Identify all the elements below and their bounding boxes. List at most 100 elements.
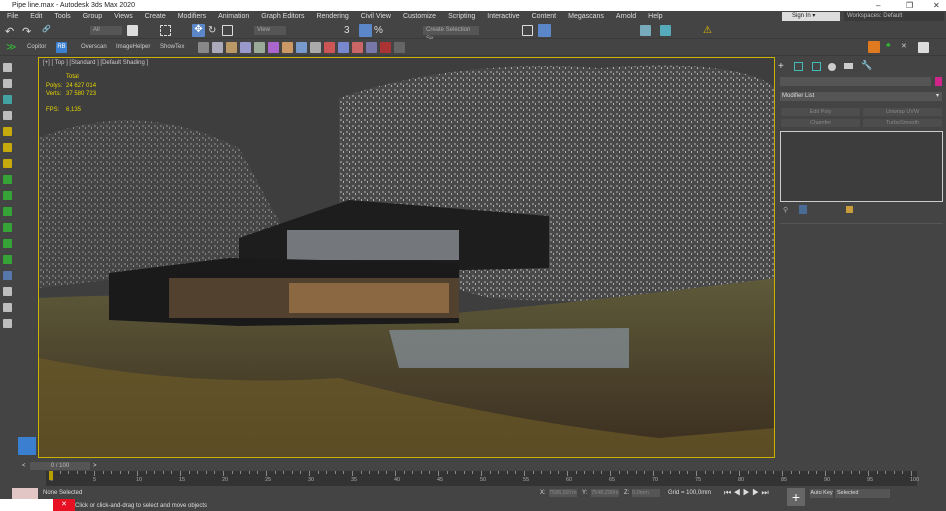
show-end-result-icon[interactable] xyxy=(799,205,807,214)
left-tool-icon[interactable] xyxy=(3,319,12,328)
menu-rendering[interactable]: Rendering xyxy=(316,13,348,20)
menu-group[interactable]: Group xyxy=(83,13,102,20)
forest-pack-icon[interactable] xyxy=(868,41,880,53)
showtex-button[interactable]: ShowTex xyxy=(160,41,184,53)
script-tool-icon[interactable] xyxy=(254,42,265,53)
rendered-frame-icon[interactable] xyxy=(660,25,671,36)
display-tab-icon[interactable] xyxy=(844,63,853,69)
angle-snap-icon[interactable] xyxy=(359,24,372,37)
menu-arnold[interactable]: Arnold xyxy=(616,13,636,20)
sign-in-button[interactable]: Sign In ▾ xyxy=(782,12,840,21)
menu-interactive[interactable]: Interactive xyxy=(487,13,519,20)
menu-file[interactable]: File xyxy=(7,13,18,20)
script-tool-icon[interactable] xyxy=(324,42,335,53)
script-tool-icon[interactable] xyxy=(268,42,279,53)
left-tool-icon[interactable] xyxy=(3,159,12,168)
script-tool-icon[interactable] xyxy=(310,42,321,53)
percent-snap-icon[interactable]: % xyxy=(374,25,385,36)
auto-key-button[interactable]: Auto Key xyxy=(810,489,833,498)
scale-icon[interactable] xyxy=(222,25,233,36)
reference-coordinate-dropdown[interactable]: View xyxy=(254,26,286,35)
motion-tab-icon[interactable] xyxy=(828,63,836,71)
modify-tab-icon[interactable] xyxy=(794,62,803,71)
left-tool-icon[interactable] xyxy=(3,175,12,184)
script-tool-icon[interactable] xyxy=(282,42,293,53)
close-icon[interactable]: ✕ xyxy=(53,499,75,511)
left-tool-icon[interactable] xyxy=(3,255,12,264)
viewport-layout-button[interactable] xyxy=(18,437,36,455)
menu-customize[interactable]: Customize xyxy=(403,13,436,20)
script-tool-icon[interactable] xyxy=(296,42,307,53)
viewport-perspective[interactable]: [+] [ Top ] [Standard ] [Default Shading… xyxy=(38,57,775,458)
script-tool-icon[interactable] xyxy=(198,42,209,53)
pin-stack-icon[interactable]: ⚲ xyxy=(783,206,788,214)
tools-icon[interactable]: ✕ xyxy=(901,42,912,53)
menu-megascans[interactable]: Megascans xyxy=(568,13,604,20)
y-coordinate-field[interactable]: 7548,299m xyxy=(591,489,619,497)
modifier-list-dropdown[interactable]: Modifier List ▾ xyxy=(780,92,942,101)
left-tool-icon[interactable] xyxy=(3,95,12,104)
left-tool-icon[interactable] xyxy=(3,239,12,248)
x-coordinate-field[interactable]: 7586,597m xyxy=(549,489,577,497)
left-tool-icon[interactable] xyxy=(3,223,12,232)
copitor-button[interactable]: Copitor xyxy=(27,41,46,53)
z-coordinate-field[interactable]: 0,0mm xyxy=(632,489,660,497)
script-tool-icon[interactable] xyxy=(212,42,223,53)
object-color-swatch[interactable] xyxy=(935,77,942,86)
chamfer-button[interactable]: Chamfer xyxy=(781,119,860,127)
script-tool-icon[interactable] xyxy=(366,42,377,53)
object-name-field[interactable] xyxy=(780,77,931,86)
script-tool-icon[interactable] xyxy=(226,42,237,53)
overscan-button[interactable]: Overscan xyxy=(81,41,107,53)
layer-explorer-icon[interactable] xyxy=(522,25,533,36)
modifier-stack[interactable] xyxy=(780,131,943,202)
left-tool-icon[interactable] xyxy=(3,143,12,152)
rb-button[interactable]: RB xyxy=(56,42,67,53)
set-key-button[interactable]: + xyxy=(787,488,805,506)
create-tab-icon[interactable]: + xyxy=(778,61,784,72)
menu-scripting[interactable]: Scripting xyxy=(448,13,475,20)
toggle-ribbon-icon[interactable] xyxy=(538,24,551,37)
menu-civil-view[interactable]: Civil View xyxy=(361,13,391,20)
key-mode-dropdown[interactable]: Selected xyxy=(835,489,890,498)
redo-icon[interactable]: ↷ xyxy=(22,25,33,38)
time-cursor[interactable] xyxy=(49,471,53,480)
named-selection-dropdown[interactable]: Create Selection Se xyxy=(423,26,479,42)
snap-toggle-icon[interactable]: 3 xyxy=(344,25,355,36)
left-tool-icon[interactable] xyxy=(3,191,12,200)
script-tool-icon[interactable] xyxy=(338,42,349,53)
viewport-label[interactable]: [+] [ Top ] [Standard ] [Default Shading… xyxy=(43,60,148,66)
left-tool-icon[interactable] xyxy=(3,271,12,280)
link-icon[interactable]: 🔗 xyxy=(42,25,53,36)
left-tool-icon[interactable] xyxy=(3,111,12,120)
warning-icon[interactable]: ⚠ xyxy=(703,25,714,36)
utilities-tab-icon[interactable]: 🔧 xyxy=(861,60,872,71)
menu-edit[interactable]: Edit xyxy=(30,13,42,20)
rect-selection-icon[interactable] xyxy=(160,25,171,36)
hierarchy-tab-icon[interactable] xyxy=(812,62,821,71)
left-tool-icon[interactable] xyxy=(3,207,12,216)
left-tool-icon[interactable] xyxy=(3,303,12,312)
selection-filter-dropdown[interactable]: All xyxy=(90,26,122,35)
playback-controls[interactable]: ⏮ ◀ ▶ ▶ ⏭ xyxy=(724,488,769,498)
left-tool-icon[interactable] xyxy=(3,63,12,72)
menu-help[interactable]: Help xyxy=(648,13,662,20)
restore-button[interactable]: ❐ xyxy=(906,0,913,11)
time-slider-prev[interactable]: < xyxy=(22,463,26,469)
minimize-button[interactable]: – xyxy=(876,0,880,11)
menu-content[interactable]: Content xyxy=(532,13,557,20)
list-icon[interactable] xyxy=(918,42,929,53)
undo-icon[interactable]: ↶ xyxy=(5,25,16,38)
select-object-icon[interactable] xyxy=(127,25,138,36)
workspaces-dropdown[interactable]: Workspaces: Default xyxy=(844,12,944,21)
edit-poly-button[interactable]: Edit Poly xyxy=(781,108,860,116)
turbosmooth-button[interactable]: TurboSmooth xyxy=(863,119,942,127)
script-tool-icon[interactable] xyxy=(240,42,251,53)
unwrap-uvw-button[interactable]: Unwrap UVW xyxy=(863,108,942,116)
menu-animation[interactable]: Animation xyxy=(218,13,249,20)
left-tool-icon[interactable] xyxy=(3,79,12,88)
imagehelper-button[interactable]: ImageHelper xyxy=(116,41,150,53)
rotate-icon[interactable]: ↻ xyxy=(208,25,219,36)
chevron-icon[interactable]: ≫ xyxy=(6,42,17,53)
time-slider-next[interactable]: > xyxy=(93,463,97,469)
